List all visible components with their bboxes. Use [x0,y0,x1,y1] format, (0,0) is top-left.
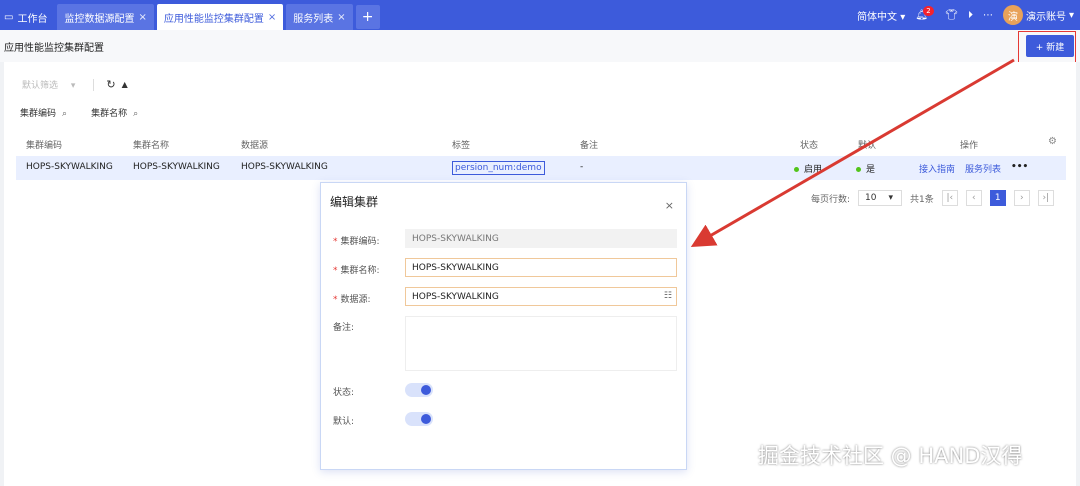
notification-button[interactable]: 🔔︎ 2 [915,5,935,21]
code-label: * 集群编码: [333,237,380,247]
user-name: 演示账号 [1025,11,1066,23]
page-size-select[interactable]: 10 ▾ [858,190,903,206]
datasource-lookup-field[interactable]: HOPS-SKYWALKING ☷ [405,287,677,306]
default-label: 默认: [333,417,355,427]
search-icon: ⌕ [62,109,68,119]
divider [93,78,95,91]
close-icon[interactable]: × [268,12,276,23]
tab-label: 服务列表 [293,13,334,25]
col-header-default: 默认 [858,141,877,151]
name-label: * 集群名称: [333,266,380,276]
toggle-knob [421,385,431,395]
add-tab-button[interactable]: + [355,5,380,29]
page-header: 应用性能监控集群配置 [0,30,1080,62]
chevron-down-icon: ▾ [1068,9,1074,21]
cell-remark: - [580,162,584,172]
cell-name: HOPS-SKYWALKING [133,162,220,172]
filter-toolbar: 默认筛选 ▾ ↻ ▲ [22,78,128,91]
filter-field-code[interactable]: 集群编码 ⌕ [20,106,67,119]
tab-apm-cluster-config[interactable]: 应用性能监控集群配置 × [156,4,284,30]
collapse-up-icon[interactable]: ▲ [122,80,128,89]
pagination: 每页行数: 10 ▾ 共1条 |‹ ‹ 1 › ›| [811,190,1054,206]
cell-tag: persion_num:demo [452,161,545,175]
language-switch[interactable]: 简体中文 ▾ [857,8,905,23]
close-icon[interactable]: × [665,199,674,212]
cell-datasource: HOPS-SKYWALKING [241,162,328,172]
cluster-code-field: HOPS-SKYWALKING [405,229,677,248]
access-guide-link[interactable]: 接入指南 [919,162,955,175]
refresh-icon[interactable]: ↻ [106,78,115,91]
next-page-button[interactable]: › [1013,190,1030,206]
user-menu[interactable]: 演 演示账号 ▾ [1002,5,1074,25]
notification-badge: 2 [923,5,934,16]
close-icon[interactable]: × [138,12,146,23]
col-header-status: 状态 [800,141,819,151]
status-toggle[interactable] [405,383,433,397]
filter-field-name[interactable]: 集群名称 ⌕ [91,106,138,119]
cell-code: HOPS-SKYWALKING [26,162,113,172]
total-count: 共1条 [910,194,934,205]
cluster-name-field[interactable]: HOPS-SKYWALKING [405,258,677,277]
close-icon[interactable]: × [337,12,345,23]
page-title: 应用性能监控集群配置 [4,42,104,54]
col-header-actions: 操作 [960,141,979,151]
default-toggle[interactable] [405,412,433,426]
monitor-icon: ▭ [4,11,14,23]
table-row[interactable]: HOPS-SKYWALKING HOPS-SKYWALKING HOPS-SKY… [16,156,1066,180]
top-bar: ▭ 工作台 监控数据源配置 × 应用性能监控集群配置 × 服务列表 × + 简体… [0,0,1080,30]
cell-default: 是 [856,162,875,175]
settings-icon[interactable]: ⚙ [1048,136,1057,147]
more-icon[interactable]: ⋯ [983,10,993,21]
last-page-button[interactable]: ›| [1037,190,1054,206]
col-header-tag: 标签 [452,141,471,151]
page-number-button[interactable]: 1 [989,190,1006,206]
status-dot [794,167,799,172]
table-header: 集群编码 集群名称 数据源 标签 备注 状态 默认 操作 ⚙ [16,134,1066,154]
tab-label: 工作台 [17,13,48,25]
col-header-name: 集群名称 [133,141,170,151]
remark-textarea[interactable] [405,316,677,371]
play-circle-icon[interactable]: ⏵ [968,10,973,21]
tab-service-list[interactable]: 服务列表 × [286,4,353,30]
tab-label: 应用性能监控集群配置 [163,13,264,25]
shirt-icon[interactable]: 👕︎ [945,10,958,21]
filter-fields: 集群编码 ⌕ 集群名称 ⌕ [20,106,138,119]
tab-workbench[interactable]: ▭ 工作台 [0,4,54,30]
more-actions-button[interactable]: ••• [1011,162,1028,172]
watermark: 掘金技术社区 @ HAND汉得 [758,444,1023,468]
col-header-remark: 备注 [580,141,599,151]
tab-datasource-config[interactable]: 监控数据源配置 × [57,4,154,30]
first-page-button[interactable]: |‹ [941,190,958,206]
prev-page-button[interactable]: ‹ [965,190,982,206]
chevron-down-icon: ▾ [70,81,76,91]
lookup-icon[interactable]: ☷ [664,291,672,301]
remark-label: 备注: [333,323,355,333]
col-header-code: 集群编码 [26,141,63,151]
rows-per-page-label: 每页行数: [811,194,851,205]
cell-status: 启用 [794,162,822,175]
search-icon: ⌕ [133,109,139,119]
modal-title: 编辑集群 [330,195,379,209]
status-label: 状态: [333,388,355,398]
datasource-label: * 数据源: [333,295,371,305]
service-list-link[interactable]: 服务列表 [965,162,1001,175]
default-filter-select[interactable]: 默认筛选 ▾ [22,78,75,91]
topbar-right: 简体中文 ▾ 🔔︎ 2 👕︎ ⏵ ⋯ 演 演示账号 ▾ [857,0,1074,30]
chevron-down-icon: ▾ [888,193,894,203]
toggle-knob [421,414,431,424]
status-dot [856,167,861,172]
edit-cluster-modal: 编辑集群 × * 集群编码: HOPS-SKYWALKING * 集群名称: HOP… [320,182,687,470]
col-header-datasource: 数据源 [241,141,269,151]
tab-label: 监控数据源配置 [64,13,135,25]
avatar: 演 [1002,5,1023,25]
